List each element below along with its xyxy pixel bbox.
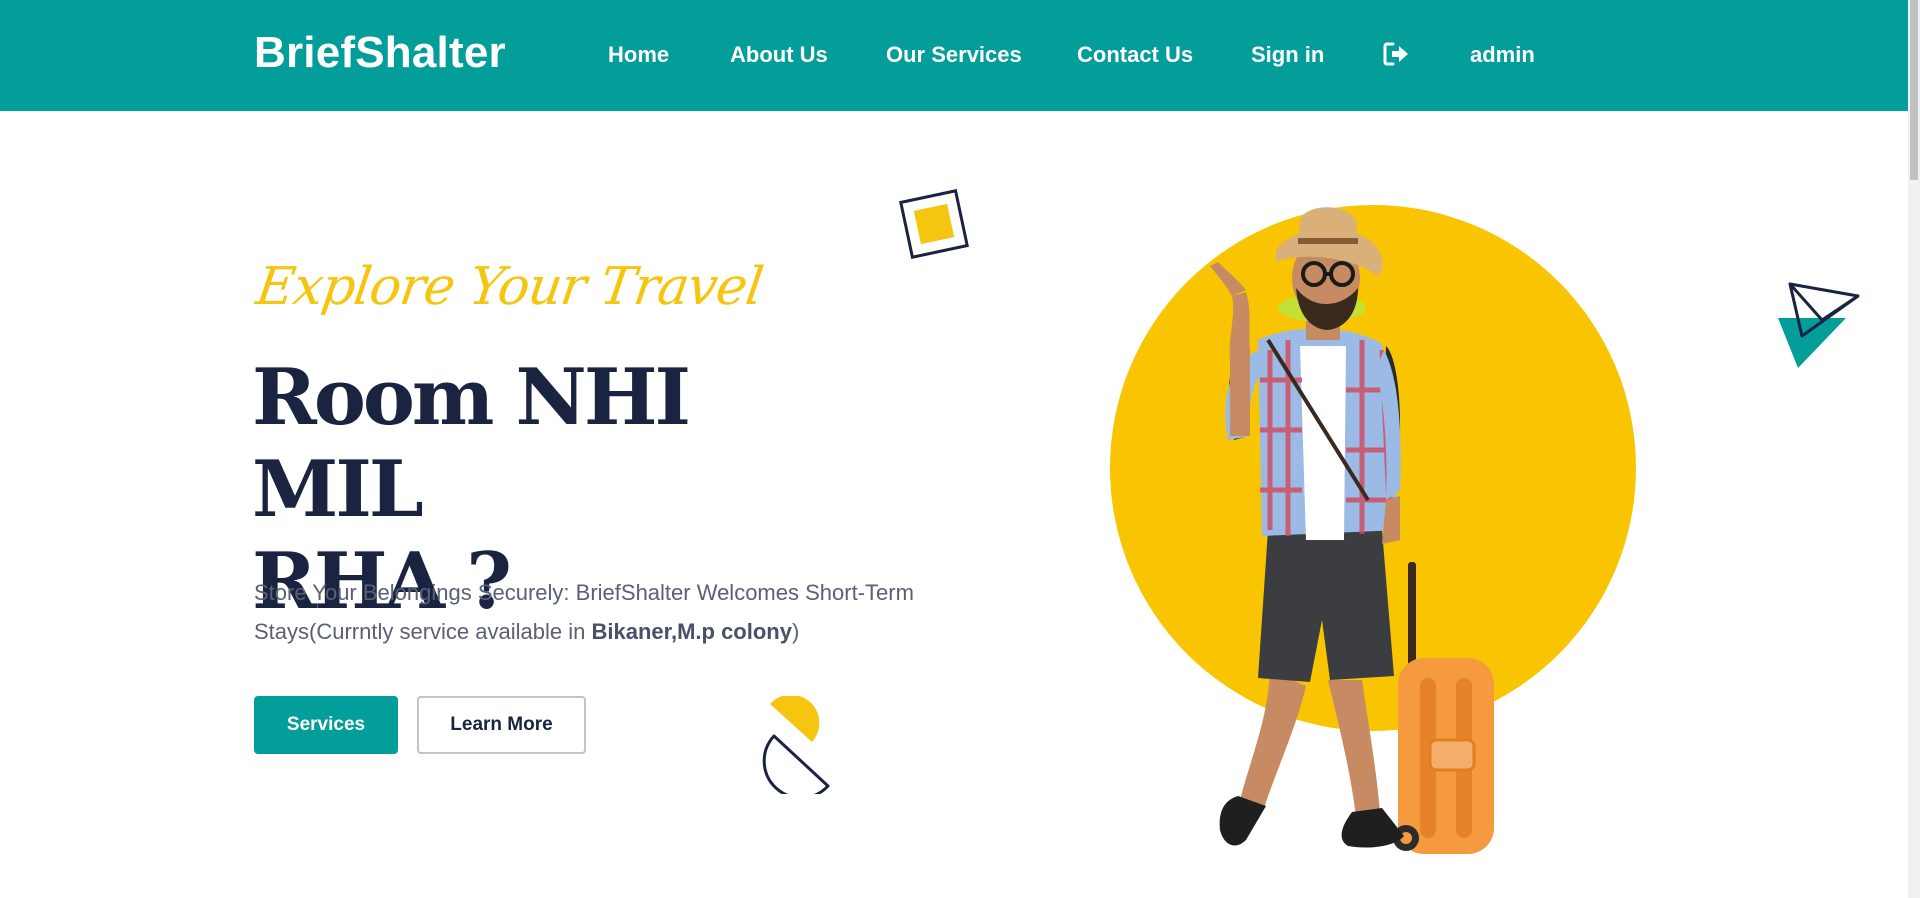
square-frame-decoration bbox=[899, 189, 969, 259]
services-button[interactable]: Services bbox=[254, 696, 398, 754]
nav-sign-in[interactable]: Sign in bbox=[1251, 42, 1324, 68]
hero-description-location: Bikaner,M.p colony bbox=[591, 619, 792, 644]
hero-headline-line1: Room NHI MIL bbox=[252, 352, 691, 535]
page-scrollbar[interactable] bbox=[1908, 0, 1920, 898]
nav-user-admin[interactable]: admin bbox=[1470, 42, 1535, 68]
half-circle-decoration bbox=[762, 696, 830, 794]
nav-contact-us[interactable]: Contact Us bbox=[1077, 42, 1193, 68]
hero-description-suffix: ) bbox=[791, 619, 800, 644]
hero-description: Store Your Belongings Securely: BriefSha… bbox=[254, 573, 974, 651]
nav-home[interactable]: Home bbox=[608, 42, 669, 68]
learn-more-button[interactable]: Learn More bbox=[417, 696, 586, 754]
top-navbar: BriefShalter Home About Us Our Services … bbox=[0, 0, 1908, 111]
traveler-illustration bbox=[1110, 205, 1636, 854]
scrollbar-thumb[interactable] bbox=[1910, 0, 1918, 180]
sign-out-icon[interactable] bbox=[1382, 41, 1410, 67]
paper-plane-decoration bbox=[1778, 282, 1860, 368]
hero-tagline: Explore Your Travel bbox=[252, 257, 767, 317]
brand-logo[interactable]: BriefShalter bbox=[254, 28, 506, 78]
nav-about-us[interactable]: About Us bbox=[730, 42, 828, 68]
hero-description-text: Store Your Belongings Securely: BriefSha… bbox=[254, 580, 914, 644]
nav-our-services[interactable]: Our Services bbox=[886, 42, 1022, 68]
traveler-shirt bbox=[1258, 328, 1400, 540]
